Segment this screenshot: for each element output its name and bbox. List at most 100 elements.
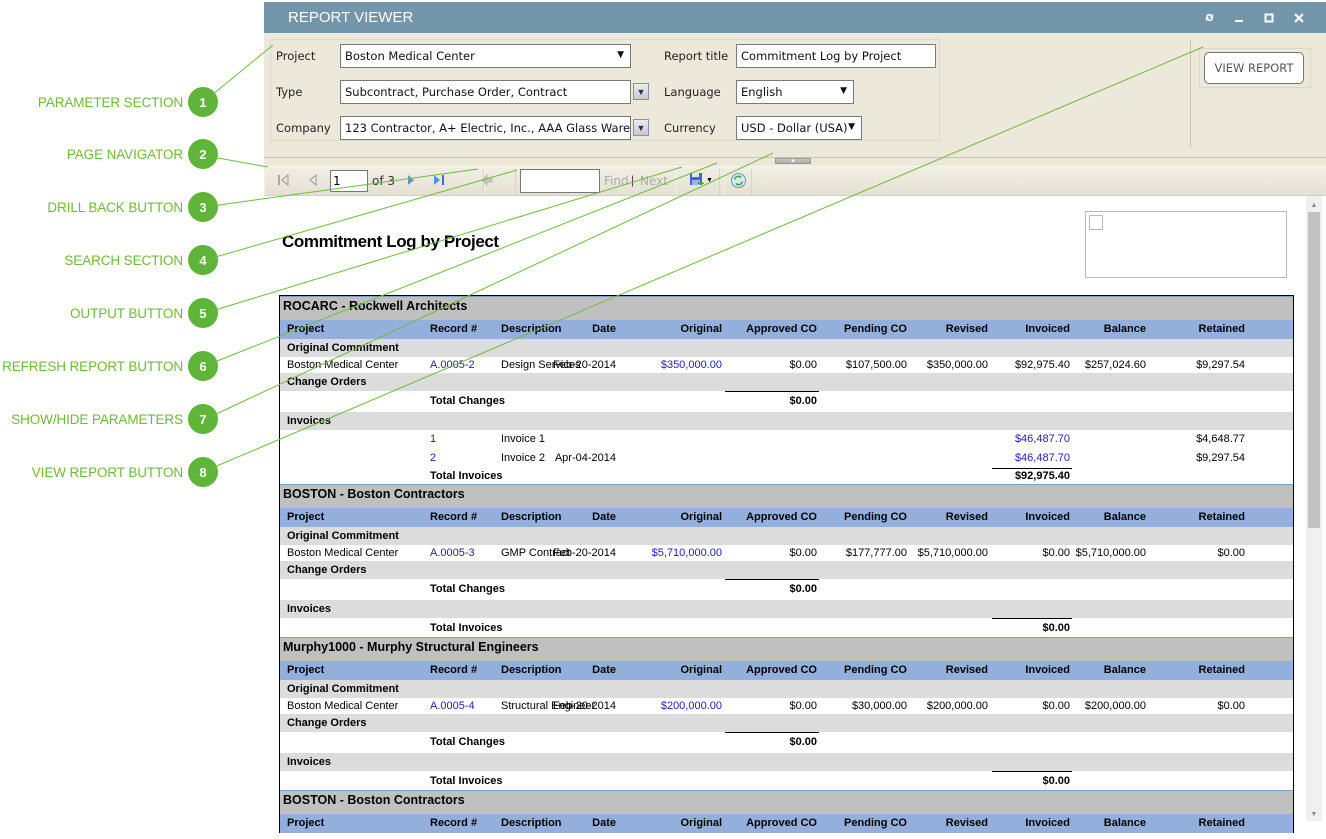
annotation-number: 4 xyxy=(188,245,218,275)
column-header-balance: Balance xyxy=(1103,664,1146,676)
maximize-icon[interactable] xyxy=(1254,6,1284,30)
company-multiselect[interactable]: 123 Contractor, A+ Electric, Inc., AAA G… xyxy=(340,116,631,140)
column-header-retained: Retained xyxy=(1198,817,1245,829)
currency-select[interactable]: USD - Dollar (USA) ▼ xyxy=(736,116,862,140)
type-multiselect[interactable]: Subcontract, Purchase Order, Contract xyxy=(340,80,631,104)
cell-approved-co: $0.00 xyxy=(789,359,817,371)
scroll-down-arrow-icon[interactable]: ▼ xyxy=(1306,807,1322,821)
chevron-down-icon: ▼ xyxy=(636,86,646,97)
language-select[interactable]: English ▼ xyxy=(736,80,854,104)
total-changes-label: Total Changes xyxy=(430,395,505,407)
column-header-project: Project xyxy=(287,511,325,523)
total-invoices-row: Total Invoices $92,975.40 xyxy=(280,468,1293,484)
currency-label: Currency xyxy=(664,121,716,135)
cell-record[interactable]: A.0005-4 xyxy=(430,698,475,714)
annotation-label: PAGE NAVIGATOR xyxy=(66,146,183,162)
column-header-invoiced: Invoiced xyxy=(1025,664,1070,676)
show-hide-parameters-button[interactable]: ▲ xyxy=(775,158,811,164)
total-invoices-label: Total Invoices xyxy=(430,470,503,482)
search-input[interactable] xyxy=(520,169,600,193)
section-label: Original Commitment xyxy=(287,530,399,542)
close-icon[interactable] xyxy=(1284,6,1314,30)
vendor-name: Murphy1000 - Murphy Structural Engineers xyxy=(283,640,539,654)
cell-original[interactable]: $350,000.00 xyxy=(661,357,722,373)
invoice-number[interactable]: 1 xyxy=(430,430,436,449)
total-invoices-value: $0.00 xyxy=(1042,622,1070,634)
total-underline xyxy=(725,391,819,392)
column-header-revised: Revised xyxy=(945,511,988,523)
chevron-up-icon: ▲ xyxy=(790,158,796,164)
change-orders-header: Change Orders xyxy=(280,714,1293,732)
output-button[interactable]: ▼ xyxy=(686,171,716,189)
column-header-date: Date xyxy=(592,511,616,523)
vendor-header: BOSTON - Boston Contractors xyxy=(280,484,1293,508)
divider xyxy=(1190,40,1191,148)
report-title-input[interactable]: Commitment Log by Project xyxy=(736,44,936,68)
cell-original[interactable]: $200,000.00 xyxy=(661,698,722,714)
annotation-refresh-report-button: REFRESH REPORT BUTTON 6 xyxy=(0,351,218,381)
cell-pending-co: $30,000.00 xyxy=(851,700,907,712)
cell-record[interactable]: A.0005-3 xyxy=(430,545,475,561)
column-header-original: Original xyxy=(680,323,722,335)
project-select[interactable]: Boston Medical Center ▼ xyxy=(340,44,631,68)
cell-record[interactable]: A.0005-2 xyxy=(430,357,475,373)
refresh-icon[interactable] xyxy=(1194,6,1224,30)
cell-pending-co: $107,500.00 xyxy=(845,359,907,371)
column-header-revised: Revised xyxy=(945,817,988,829)
cell-original[interactable]: $5,710,000.00 xyxy=(652,545,722,561)
original-commitment-header: Original Commitment xyxy=(280,527,1293,545)
cell-project: Boston Medical Center xyxy=(287,359,399,371)
previous-page-icon[interactable] xyxy=(304,171,322,189)
total-invoices-row: Total Invoices $0.00 xyxy=(280,771,1293,790)
find-link[interactable]: Find xyxy=(604,174,629,188)
vendor-header: BOSTON - Boston Contractors xyxy=(280,790,1293,814)
annotation-label: REFRESH REPORT BUTTON xyxy=(2,358,183,374)
project-value: Boston Medical Center xyxy=(345,49,475,63)
cell-retained: $0.00 xyxy=(1217,547,1245,559)
column-header-pending-co: Pending CO xyxy=(844,664,907,676)
column-header-project: Project xyxy=(287,323,325,335)
invoice-amount[interactable]: $46,487.70 xyxy=(1015,449,1070,468)
vertical-scrollbar[interactable]: ▲ ▼ xyxy=(1306,196,1322,821)
total-underline xyxy=(725,732,819,733)
refresh-report-button[interactable] xyxy=(729,171,747,189)
commitment-row: Boston Medical Center A.0005-3 GMP Contrac… xyxy=(280,545,1293,561)
dropdown-arrow-icon: ▼ xyxy=(617,50,624,60)
scroll-up-arrow-icon[interactable]: ▲ xyxy=(1306,198,1322,212)
column-header-revised: Revised xyxy=(945,664,988,676)
view-report-button[interactable]: VIEW REPORT xyxy=(1204,52,1304,84)
invoice-number[interactable]: 2 xyxy=(430,449,436,468)
section-label: Change Orders xyxy=(287,376,367,388)
type-dropdown-button[interactable]: ▼ xyxy=(633,83,649,100)
column-header-original: Original xyxy=(680,817,722,829)
total-invoices-value: $0.00 xyxy=(1042,775,1070,787)
report-title-label: Report title xyxy=(664,49,729,63)
column-header-description: Description xyxy=(501,817,562,829)
scroll-thumb[interactable] xyxy=(1308,212,1320,528)
annotation-parameter-section: PARAMETER SECTION 1 xyxy=(0,87,218,117)
column-header-retained: Retained xyxy=(1198,323,1245,335)
minimize-icon[interactable] xyxy=(1224,6,1254,30)
total-underline xyxy=(992,771,1072,772)
section-label: Invoices xyxy=(287,415,332,427)
page-number-input[interactable]: 1 xyxy=(330,170,368,192)
first-page-icon[interactable] xyxy=(274,171,292,189)
dropdown-arrow-icon: ▼ xyxy=(840,86,847,96)
total-changes-label: Total Changes xyxy=(430,583,505,595)
last-page-icon[interactable] xyxy=(430,171,448,189)
cell-project: Boston Medical Center xyxy=(287,700,399,712)
find-next-link[interactable]: Next xyxy=(640,174,668,188)
next-page-icon[interactable] xyxy=(402,171,420,189)
invoice-retained: $4,648.77 xyxy=(1196,433,1245,445)
column-header-retained: Retained xyxy=(1198,511,1245,523)
company-dropdown-button[interactable]: ▼ xyxy=(633,119,649,136)
window-title: REPORT VIEWER xyxy=(288,9,414,26)
total-underline xyxy=(992,618,1072,619)
total-changes-label: Total Changes xyxy=(430,736,505,748)
total-changes-value: $0.00 xyxy=(789,395,817,407)
invoice-amount[interactable]: $46,487.70 xyxy=(1015,430,1070,449)
invoice-retained: $9,297.54 xyxy=(1196,452,1245,464)
column-header-invoiced: Invoiced xyxy=(1025,511,1070,523)
drill-back-button[interactable] xyxy=(478,171,496,189)
section-label: Change Orders xyxy=(287,564,367,576)
